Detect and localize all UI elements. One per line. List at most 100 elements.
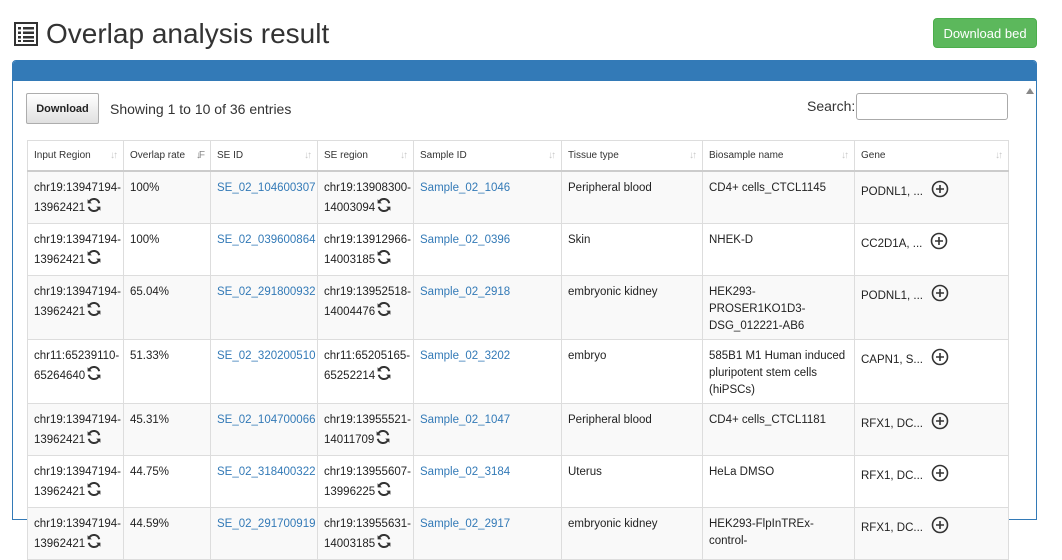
column-header[interactable]: SE ID ↓↑ xyxy=(210,140,318,172)
sort-icon: ↓↑ xyxy=(995,150,1003,161)
refresh-icon[interactable] xyxy=(376,301,392,323)
se-id-link[interactable]: SE_02_318400322 xyxy=(217,466,316,478)
input-region-cell: chr19:13947194- 13962421 xyxy=(27,454,124,508)
sample-id-link[interactable]: Sample_02_3184 xyxy=(420,466,510,478)
refresh-icon[interactable] xyxy=(86,429,102,451)
refresh-icon[interactable] xyxy=(86,481,102,503)
refresh-icon[interactable] xyxy=(376,365,392,387)
refresh-icon[interactable] xyxy=(86,365,102,387)
sort-desc-icon: ↓F xyxy=(195,150,205,161)
se-id-link[interactable]: SE_02_291700919 xyxy=(217,518,316,530)
input-region-cell: chr19:13947194- 13962421 xyxy=(27,402,124,456)
overlap-rate-cell: 100% xyxy=(123,222,211,276)
refresh-icon[interactable] xyxy=(86,197,102,219)
refresh-icon[interactable] xyxy=(376,481,392,503)
column-header[interactable]: Overlap rate ↓F xyxy=(123,140,211,172)
gene-cell: RFX1, DC... xyxy=(854,402,1009,456)
refresh-icon[interactable] xyxy=(86,249,102,271)
sort-icon: ↓↑ xyxy=(689,150,697,161)
se-id-cell: SE_02_104700066 xyxy=(210,402,318,456)
sample-id-link[interactable]: Sample_02_1047 xyxy=(420,414,510,426)
biosample-name-cell: 585B1 M1 Human induced pluripotent stem c… xyxy=(702,338,855,404)
refresh-icon[interactable] xyxy=(86,301,102,323)
input-region-cell: chr19:13947194- 13962421 xyxy=(27,170,124,224)
table-row: chr19:13947194- 13962421 44.59% SE_02_29170… xyxy=(27,506,1009,560)
search-input[interactable] xyxy=(856,93,1008,120)
se-id-cell: SE_02_291700919 xyxy=(210,506,318,560)
refresh-icon[interactable] xyxy=(376,249,392,271)
table-row: chr19:13947194- 13962421 65.04% SE_02_29180… xyxy=(27,274,1009,340)
refresh-icon[interactable] xyxy=(86,533,102,555)
sort-icon: ↓↑ xyxy=(400,150,408,161)
se-id-link[interactable]: SE_02_291800932 xyxy=(217,286,316,298)
se-region-cell: chr19:13912966- 14003185 xyxy=(317,222,414,276)
expand-plus-icon[interactable] xyxy=(930,232,948,256)
se-id-cell: SE_02_318400322 xyxy=(210,454,318,508)
column-header[interactable]: Tissue type ↓↑ xyxy=(561,140,703,172)
se-id-link[interactable]: SE_02_039600864 xyxy=(217,234,316,246)
expand-plus-icon[interactable] xyxy=(931,180,949,204)
expand-plus-icon[interactable] xyxy=(931,412,949,436)
expand-plus-icon[interactable] xyxy=(931,464,949,488)
se-id-cell: SE_02_039600864 xyxy=(210,222,318,276)
se-id-link[interactable]: SE_02_104600307 xyxy=(217,182,316,194)
biosample-name-cell: HeLa DMSO xyxy=(702,454,855,508)
biosample-name-line: CD4+ cells_CTCL1181 xyxy=(709,413,827,426)
column-header[interactable]: Gene ↓↑ xyxy=(854,140,1009,172)
table-row: chr19:13947194- 13962421 100% SE_02_0396008… xyxy=(27,222,1009,276)
sample-id-link[interactable]: Sample_02_0396 xyxy=(420,234,510,246)
expand-plus-icon[interactable] xyxy=(931,516,949,540)
sample-id-cell: Sample_02_1046 xyxy=(413,170,562,224)
biosample-name-cell: CD4+ cells_CTCL1181 xyxy=(702,402,855,456)
column-header[interactable]: Input Region ↓↑ xyxy=(27,140,124,172)
overlap-rate-cell: 45.31% xyxy=(123,402,211,456)
overlap-rate-cell: 65.04% xyxy=(123,274,211,340)
refresh-icon[interactable] xyxy=(376,197,392,219)
gene-cell: RFX1, DC... xyxy=(854,506,1009,560)
input-region-cell: chr11:65239110- 65264640 xyxy=(27,338,124,404)
gene-cell: CC2D1A, ... xyxy=(854,222,1009,276)
overlap-rate-cell: 100% xyxy=(123,170,211,224)
table-row: chr19:13947194- 13962421 100% SE_02_1046003… xyxy=(27,170,1009,224)
biosample-name-line: HEK293-FlpInTREx-control- xyxy=(709,517,814,547)
expand-plus-icon[interactable] xyxy=(931,284,949,308)
sort-icon: ↓↑ xyxy=(841,150,849,161)
sample-id-link[interactable]: Sample_02_1046 xyxy=(420,182,510,194)
table-row: chr19:13947194- 13962421 44.75% SE_02_31840… xyxy=(27,454,1009,508)
column-header[interactable]: Sample ID ↓↑ xyxy=(413,140,562,172)
sample-id-link[interactable]: Sample_02_2917 xyxy=(420,518,510,530)
sort-icon: ↓↑ xyxy=(304,150,312,161)
se-region-cell: chr19:13952518- 14004476 xyxy=(317,274,414,340)
se-id-link[interactable]: SE_02_104700066 xyxy=(217,414,316,426)
refresh-icon[interactable] xyxy=(375,429,391,451)
column-header[interactable]: SE region ↓↑ xyxy=(317,140,414,172)
sample-id-cell: Sample_02_3202 xyxy=(413,338,562,404)
sample-id-cell: Sample_02_2918 xyxy=(413,274,562,340)
search-label: Search: xyxy=(807,98,856,114)
biosample-name-cell: HEK293-FlpInTREx-control- xyxy=(702,506,855,560)
sample-id-cell: Sample_02_0396 xyxy=(413,222,562,276)
sample-id-link[interactable]: Sample_02_3202 xyxy=(420,350,510,362)
biosample-name-cell: NHEK-D xyxy=(702,222,855,276)
column-header[interactable]: Biosample name ↓↑ xyxy=(702,140,855,172)
download-bed-button[interactable]: Download bed xyxy=(933,18,1037,48)
gene-cell: PODNL1, ... xyxy=(854,274,1009,340)
scroll-up-arrow[interactable] xyxy=(1026,88,1034,94)
table-header-row: Input Region ↓↑ Overlap rate ↓F SE ID ↓↑ SE… xyxy=(27,140,1009,172)
overlap-rate-cell: 51.33% xyxy=(123,338,211,404)
se-id-cell: SE_02_291800932 xyxy=(210,274,318,340)
table-row: chr11:65239110- 65264640 51.33% SE_02_32020… xyxy=(27,338,1009,404)
se-id-link[interactable]: SE_02_320200510 xyxy=(217,350,316,362)
sort-icon: ↓↑ xyxy=(110,150,118,161)
tissue-type-cell: Peripheral blood xyxy=(561,170,703,224)
page-header: Overlap analysis result xyxy=(14,14,329,54)
input-region-cell: chr19:13947194- 13962421 xyxy=(27,274,124,340)
results-table: Input Region ↓↑ Overlap rate ↓F SE ID ↓↑ SE… xyxy=(27,140,1009,560)
table-row: chr19:13947194- 13962421 45.31% SE_02_10470… xyxy=(27,402,1009,456)
gene-cell: CAPN1, S... xyxy=(854,338,1009,404)
overlap-rate-cell: 44.75% xyxy=(123,454,211,508)
expand-plus-icon[interactable] xyxy=(931,348,949,372)
download-button[interactable]: Download xyxy=(26,93,99,124)
refresh-icon[interactable] xyxy=(376,533,392,555)
sample-id-link[interactable]: Sample_02_2918 xyxy=(420,286,510,298)
